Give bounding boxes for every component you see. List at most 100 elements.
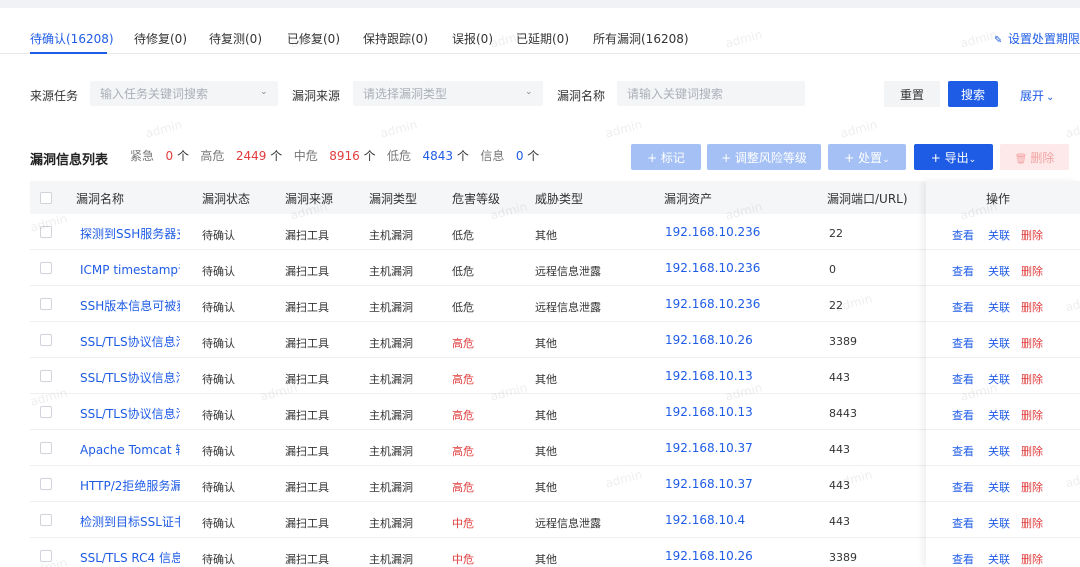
table-row[interactable]: SSL/TLS协议信息泄露漏洞 待确认 漏扫工具 主机漏洞 高危 其他 192.168.10…: [30, 394, 1080, 430]
tab-fixed[interactable]: 已修复(0): [287, 30, 340, 47]
vuln-asset-link[interactable]: 192.168.10.4: [665, 513, 745, 527]
associate-button[interactable]: 关联: [988, 407, 1010, 423]
vuln-asset-link[interactable]: 192.168.10.26: [665, 549, 753, 563]
view-button[interactable]: 查看: [952, 407, 974, 423]
search-button[interactable]: 搜索: [948, 81, 998, 107]
vuln-source-select[interactable]: ⌄: [353, 81, 543, 106]
row-checkbox[interactable]: [40, 226, 52, 238]
vuln-asset-link[interactable]: 192.168.10.13: [665, 369, 753, 383]
vuln-name-link[interactable]: 检测到目标SSL证书已过期: [80, 513, 180, 530]
select-all-checkbox[interactable]: [40, 192, 52, 204]
table-row[interactable]: SSH版本信息可被获取 待确认 漏扫工具 主机漏洞 低危 远程信息泄露 192.168.10…: [30, 286, 1080, 322]
expand-filters-button[interactable]: 展开 ⌄: [1020, 87, 1054, 104]
row-checkbox[interactable]: [40, 550, 52, 562]
vuln-asset-link[interactable]: 192.168.10.236: [665, 225, 760, 239]
tab-tracking[interactable]: 保持跟踪(0): [363, 30, 428, 47]
table-row[interactable]: ICMP timestamp请求响应漏洞 待确认 漏扫工具 主机漏洞 低危 远程信息泄露 1…: [30, 250, 1080, 286]
vuln-name-link[interactable]: SSL/TLS RC4 信息泄露漏洞: [80, 549, 180, 566]
associate-button[interactable]: 关联: [988, 443, 1010, 459]
row-delete-button[interactable]: 删除: [1021, 371, 1043, 387]
associate-button[interactable]: 关联: [988, 479, 1010, 495]
col-severity[interactable]: 危害等级: [452, 190, 500, 207]
col-vuln-port[interactable]: 漏洞端口/URL): [827, 190, 908, 207]
vuln-name-input[interactable]: [627, 81, 785, 106]
export-dropdown-button[interactable]: + 导出⌄: [914, 144, 993, 170]
col-threat-type[interactable]: 威胁类型: [535, 190, 583, 207]
row-checkbox[interactable]: [40, 406, 52, 418]
reset-button[interactable]: 重置: [884, 81, 940, 107]
delete-button[interactable]: 🗑 删除: [1000, 144, 1069, 170]
col-vuln-asset[interactable]: 漏洞资产: [664, 190, 712, 207]
vuln-asset-link[interactable]: 192.168.10.236: [665, 261, 760, 275]
associate-button[interactable]: 关联: [988, 371, 1010, 387]
vuln-name-link[interactable]: Apache Tomcat 输入验证错误漏洞: [80, 441, 180, 458]
tab-delayed[interactable]: 已延期(0): [516, 30, 569, 47]
row-checkbox[interactable]: [40, 262, 52, 274]
associate-button[interactable]: 关联: [988, 227, 1010, 243]
associate-button[interactable]: 关联: [988, 551, 1010, 567]
row-checkbox[interactable]: [40, 442, 52, 454]
vuln-asset-link[interactable]: 192.168.10.37: [665, 441, 753, 455]
table-row[interactable]: HTTP/2拒绝服务漏洞 待确认 漏扫工具 主机漏洞 高危 其他 192.168.10.37…: [30, 466, 1080, 502]
vuln-name-link[interactable]: HTTP/2拒绝服务漏洞: [80, 477, 180, 494]
table-row[interactable]: SSL/TLS RC4 信息泄露漏洞 待确认 漏扫工具 主机漏洞 中危 其他 192.168…: [30, 538, 1080, 567]
vuln-asset-link[interactable]: 192.168.10.37: [665, 477, 753, 491]
view-button[interactable]: 查看: [952, 299, 974, 315]
adjust-risk-button[interactable]: + 调整风险等级: [707, 144, 821, 170]
source-task-input[interactable]: [100, 81, 258, 106]
table-row[interactable]: 检测到目标SSL证书已过期 待确认 漏扫工具 主机漏洞 中危 远程信息泄露 192.168.…: [30, 502, 1080, 538]
row-delete-button[interactable]: 删除: [1021, 443, 1043, 459]
vuln-name-link[interactable]: SSL/TLS协议信息泄露漏洞: [80, 405, 180, 422]
associate-button[interactable]: 关联: [988, 263, 1010, 279]
table-row[interactable]: SSL/TLS协议信息泄露漏洞 待确认 漏扫工具 主机漏洞 高危 其他 192.168.10…: [30, 322, 1080, 358]
row-checkbox[interactable]: [40, 370, 52, 382]
view-button[interactable]: 查看: [952, 443, 974, 459]
view-button[interactable]: 查看: [952, 227, 974, 243]
row-checkbox[interactable]: [40, 514, 52, 526]
table-row[interactable]: SSL/TLS协议信息泄露漏洞 待确认 漏扫工具 主机漏洞 高危 其他 192.168.10…: [30, 358, 1080, 394]
row-delete-button[interactable]: 删除: [1021, 335, 1043, 351]
row-checkbox[interactable]: [40, 298, 52, 310]
view-button[interactable]: 查看: [952, 479, 974, 495]
set-deadline-link[interactable]: ✎ 设置处置期限: [994, 30, 1080, 47]
col-vuln-source[interactable]: 漏洞来源: [285, 190, 333, 207]
vuln-name-link[interactable]: SSH版本信息可被获取: [80, 297, 180, 314]
row-delete-button[interactable]: 删除: [1021, 407, 1043, 423]
table-row[interactable]: Apache Tomcat 输入验证错误漏洞 待确认 漏扫工具 主机漏洞 高危 其他 192…: [30, 430, 1080, 466]
handle-dropdown-button[interactable]: + 处置⌄: [828, 144, 906, 170]
row-delete-button[interactable]: 删除: [1021, 515, 1043, 531]
tab-pending-retest[interactable]: 待复测(0): [209, 30, 262, 47]
view-button[interactable]: 查看: [952, 263, 974, 279]
vuln-asset-link[interactable]: 192.168.10.26: [665, 333, 753, 347]
associate-button[interactable]: 关联: [988, 299, 1010, 315]
row-delete-button[interactable]: 删除: [1021, 263, 1043, 279]
vuln-asset-link[interactable]: 192.168.10.13: [665, 405, 753, 419]
associate-button[interactable]: 关联: [988, 335, 1010, 351]
table-row[interactable]: 探测到SSH服务器支持的算法 待确认 漏扫工具 主机漏洞 低危 其他 192.168.10.…: [30, 214, 1080, 250]
tab-false-positive[interactable]: 误报(0): [452, 30, 493, 47]
col-vuln-name[interactable]: 漏洞名称: [76, 190, 124, 207]
tab-pending-fix[interactable]: 待修复(0): [134, 30, 187, 47]
view-button[interactable]: 查看: [952, 515, 974, 531]
col-vuln-type[interactable]: 漏洞类型: [369, 190, 417, 207]
vuln-name-link[interactable]: SSL/TLS协议信息泄露漏洞: [80, 333, 180, 350]
vuln-name-field[interactable]: [617, 81, 805, 106]
row-delete-button[interactable]: 删除: [1021, 299, 1043, 315]
vuln-name-link[interactable]: ICMP timestamp请求响应漏洞: [80, 261, 180, 278]
view-button[interactable]: 查看: [952, 335, 974, 351]
vuln-source-input[interactable]: [363, 81, 523, 106]
row-checkbox[interactable]: [40, 334, 52, 346]
row-delete-button[interactable]: 删除: [1021, 227, 1043, 243]
mark-button[interactable]: + 标记: [631, 144, 701, 170]
row-delete-button[interactable]: 删除: [1021, 479, 1043, 495]
source-task-select[interactable]: ⌄: [90, 81, 278, 106]
row-checkbox[interactable]: [40, 478, 52, 490]
vuln-asset-link[interactable]: 192.168.10.236: [665, 297, 760, 311]
col-vuln-status[interactable]: 漏洞状态: [202, 190, 250, 207]
view-button[interactable]: 查看: [952, 551, 974, 567]
view-button[interactable]: 查看: [952, 371, 974, 387]
associate-button[interactable]: 关联: [988, 515, 1010, 531]
row-delete-button[interactable]: 删除: [1021, 551, 1043, 567]
vuln-name-link[interactable]: 探测到SSH服务器支持的算法: [80, 225, 180, 242]
vuln-name-link[interactable]: SSL/TLS协议信息泄露漏洞: [80, 369, 180, 386]
